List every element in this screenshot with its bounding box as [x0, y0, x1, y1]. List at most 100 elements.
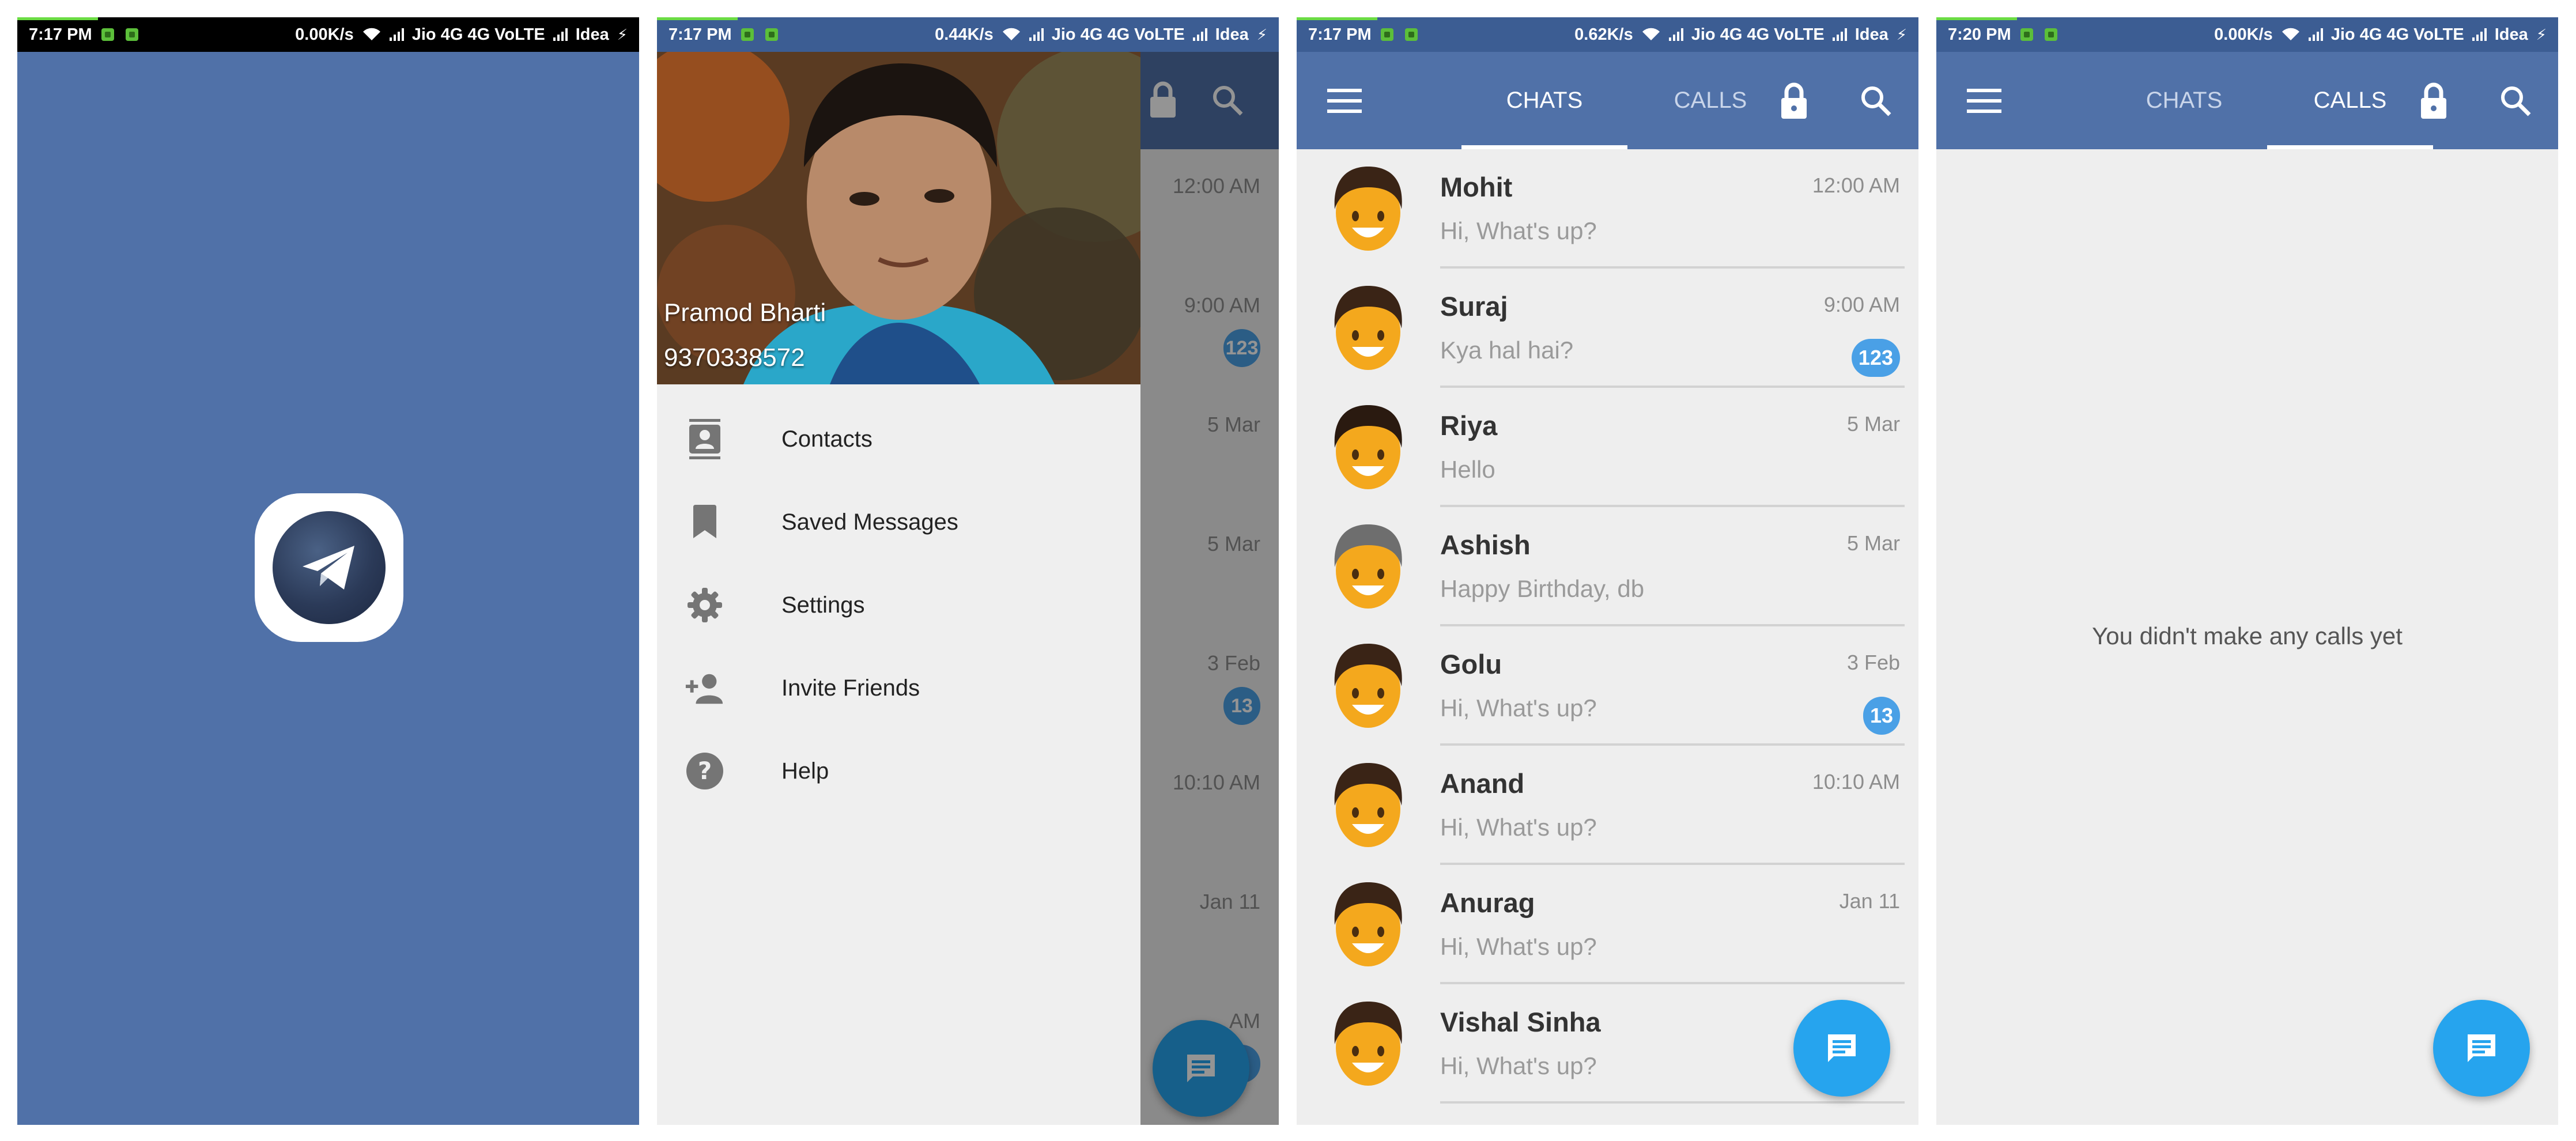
status-time: 7:17 PM — [1308, 25, 1372, 44]
signal-icon — [553, 28, 568, 41]
last-message: Happy Birthday, db — [1440, 575, 1645, 602]
unread-badge: 13 — [1863, 697, 1900, 735]
chat-row[interactable]: Anurag Hi, What's up? Jan 11 — [1297, 865, 1918, 984]
chat-row[interactable]: Riya Hello 5 Mar — [1297, 388, 1918, 507]
contact-name: Vishal Sinha — [1440, 1007, 1601, 1037]
last-message: Hi, What's up? — [1440, 694, 1597, 721]
chat-time: 3 Feb — [1846, 651, 1900, 674]
menu-item-label: Help — [781, 758, 829, 784]
network-speed: 0.44K/s — [935, 25, 994, 44]
status-bar: 7:17 PM 0.00K/s Jio 4G 4G VoLTE Idea ⚡ — [17, 17, 639, 52]
chat-time: 9:00 AM — [1823, 293, 1900, 316]
tab-chats[interactable]: CHATS — [1461, 52, 1627, 149]
network-speed: 0.00K/s — [295, 25, 354, 44]
bookmark-icon — [685, 502, 725, 542]
compose-fab[interactable] — [2433, 1000, 2530, 1097]
search-icon[interactable] — [1856, 81, 1896, 121]
contact-name: Anand — [1440, 768, 1525, 799]
avatar — [1334, 524, 1402, 609]
last-message: Hi, What's up? — [1440, 814, 1597, 841]
drawer-screen: 7:17 PM 0.44K/s Jio 4G 4G VoLTE Idea ⚡ 1… — [657, 17, 1279, 1125]
carrier-label: Jio 4G 4G VoLTE — [2331, 25, 2464, 44]
last-message: Hi, What's up? — [1440, 933, 1597, 960]
profile-name: Pramod Bharti — [664, 299, 826, 327]
contact-name: Suraj — [1440, 291, 1508, 322]
compose-fab[interactable] — [1793, 1000, 1890, 1097]
chat-time: 12:00 AM — [1812, 173, 1900, 197]
carrier-label: Jio 4G 4G VoLTE — [1691, 25, 1825, 44]
menu-item-saved-messages[interactable]: Saved Messages — [657, 482, 1140, 562]
charging-icon: ⚡ — [2536, 25, 2547, 43]
splash-screen: 7:17 PM 0.00K/s Jio 4G 4G VoLTE Idea ⚡ — [17, 17, 639, 1125]
avatar — [1334, 405, 1402, 489]
compose-message-icon — [1828, 1034, 1856, 1062]
tab-chats[interactable]: CHATS — [2101, 52, 2267, 149]
charging-icon: ⚡ — [1256, 25, 1267, 43]
charging-icon: ⚡ — [1896, 25, 1907, 43]
menu-item-help[interactable]: ? Help — [657, 731, 1140, 811]
signal-icon — [1668, 28, 1683, 41]
app-bar: CHATS CALLS — [1297, 52, 1918, 149]
chat-row[interactable]: Mohit Hi, What's up? 12:00 AM — [1297, 149, 1918, 269]
app-logo — [255, 493, 403, 642]
unread-badge: 123 — [1851, 339, 1900, 377]
chat-row[interactable]: Anand Hi, What's up? 10:10 AM — [1297, 746, 1918, 865]
lock-icon[interactable] — [1774, 81, 1814, 121]
network-speed: 0.62K/s — [1574, 25, 1633, 44]
network-speed: 0.00K/s — [2214, 25, 2273, 44]
chat-time: 10:10 AM — [1812, 770, 1900, 794]
contacts-icon — [685, 419, 725, 459]
signal-icon — [1029, 28, 1044, 41]
status-bar: 7:17 PM 0.62K/s Jio 4G 4G VoLTE Idea ⚡ — [1297, 17, 1918, 52]
menu-item-label: Settings — [781, 592, 865, 618]
signal-icon — [2308, 28, 2323, 41]
lock-icon[interactable] — [2413, 81, 2454, 121]
status-time: 7:17 PM — [668, 25, 732, 44]
menu-icon[interactable] — [1324, 81, 1365, 121]
carrier-label: Idea — [2494, 25, 2528, 44]
wifi-icon — [2282, 28, 2299, 40]
profile-cover-photo — [657, 52, 1140, 384]
notification-icon — [2044, 28, 2057, 41]
notification-icon — [1380, 28, 1393, 41]
notification-icon — [765, 28, 778, 41]
signal-icon — [1192, 28, 1207, 41]
drawer-header: Pramod Bharti 9370338572 — [657, 52, 1140, 384]
menu-icon[interactable] — [1964, 81, 2004, 121]
chat-row[interactable]: Suraj Kya hal hai? 9:00 AM 123 — [1297, 269, 1918, 388]
divider — [1440, 1101, 1905, 1104]
status-time: 7:20 PM — [1948, 25, 2011, 44]
chat-list: Mohit Hi, What's up? 12:00 AM Suraj Kya hal … — [1297, 149, 1918, 1104]
empty-calls-message: You didn't make any calls yet — [2092, 622, 2403, 649]
chat-row[interactable]: Ashish Happy Birthday, db 5 Mar — [1297, 507, 1918, 626]
avatar — [1334, 763, 1402, 847]
menu-item-label: Invite Friends — [781, 675, 920, 701]
avatar — [1334, 882, 1402, 966]
last-message: Kya hal hai? — [1440, 337, 1574, 364]
carrier-label: Jio 4G 4G VoLTE — [411, 25, 545, 44]
paper-plane-icon — [303, 546, 354, 590]
add-person-icon — [685, 668, 725, 708]
avatar — [1334, 644, 1402, 728]
gear-icon — [685, 585, 725, 625]
chat-time: Jan 11 — [1839, 889, 1900, 913]
tab-calls[interactable]: CALLS — [2267, 52, 2433, 149]
wifi-icon — [362, 28, 380, 40]
notification-icon — [2020, 28, 2033, 41]
menu-item-invite-friends[interactable]: Invite Friends — [657, 648, 1140, 728]
status-time: 7:17 PM — [29, 25, 92, 44]
menu-item-settings[interactable]: Settings — [657, 565, 1140, 645]
help-icon: ? — [685, 751, 725, 791]
menu-item-contacts[interactable]: Contacts — [657, 399, 1140, 479]
search-icon[interactable] — [2495, 81, 2536, 121]
compose-message-icon — [2468, 1034, 2495, 1062]
carrier-label: Idea — [575, 25, 609, 44]
chat-row[interactable]: Golu Hi, What's up? 3 Feb 13 — [1297, 626, 1918, 746]
last-message: Hi, What's up? — [1440, 1052, 1597, 1079]
tab-calls[interactable]: CALLS — [1627, 52, 1793, 149]
wifi-icon — [1642, 28, 1660, 40]
carrier-label: Idea — [1215, 25, 1249, 44]
app-bar: CHATS CALLS — [1936, 52, 2558, 149]
menu-item-label: Contacts — [781, 426, 872, 452]
chat-time: 5 Mar — [1846, 531, 1900, 555]
